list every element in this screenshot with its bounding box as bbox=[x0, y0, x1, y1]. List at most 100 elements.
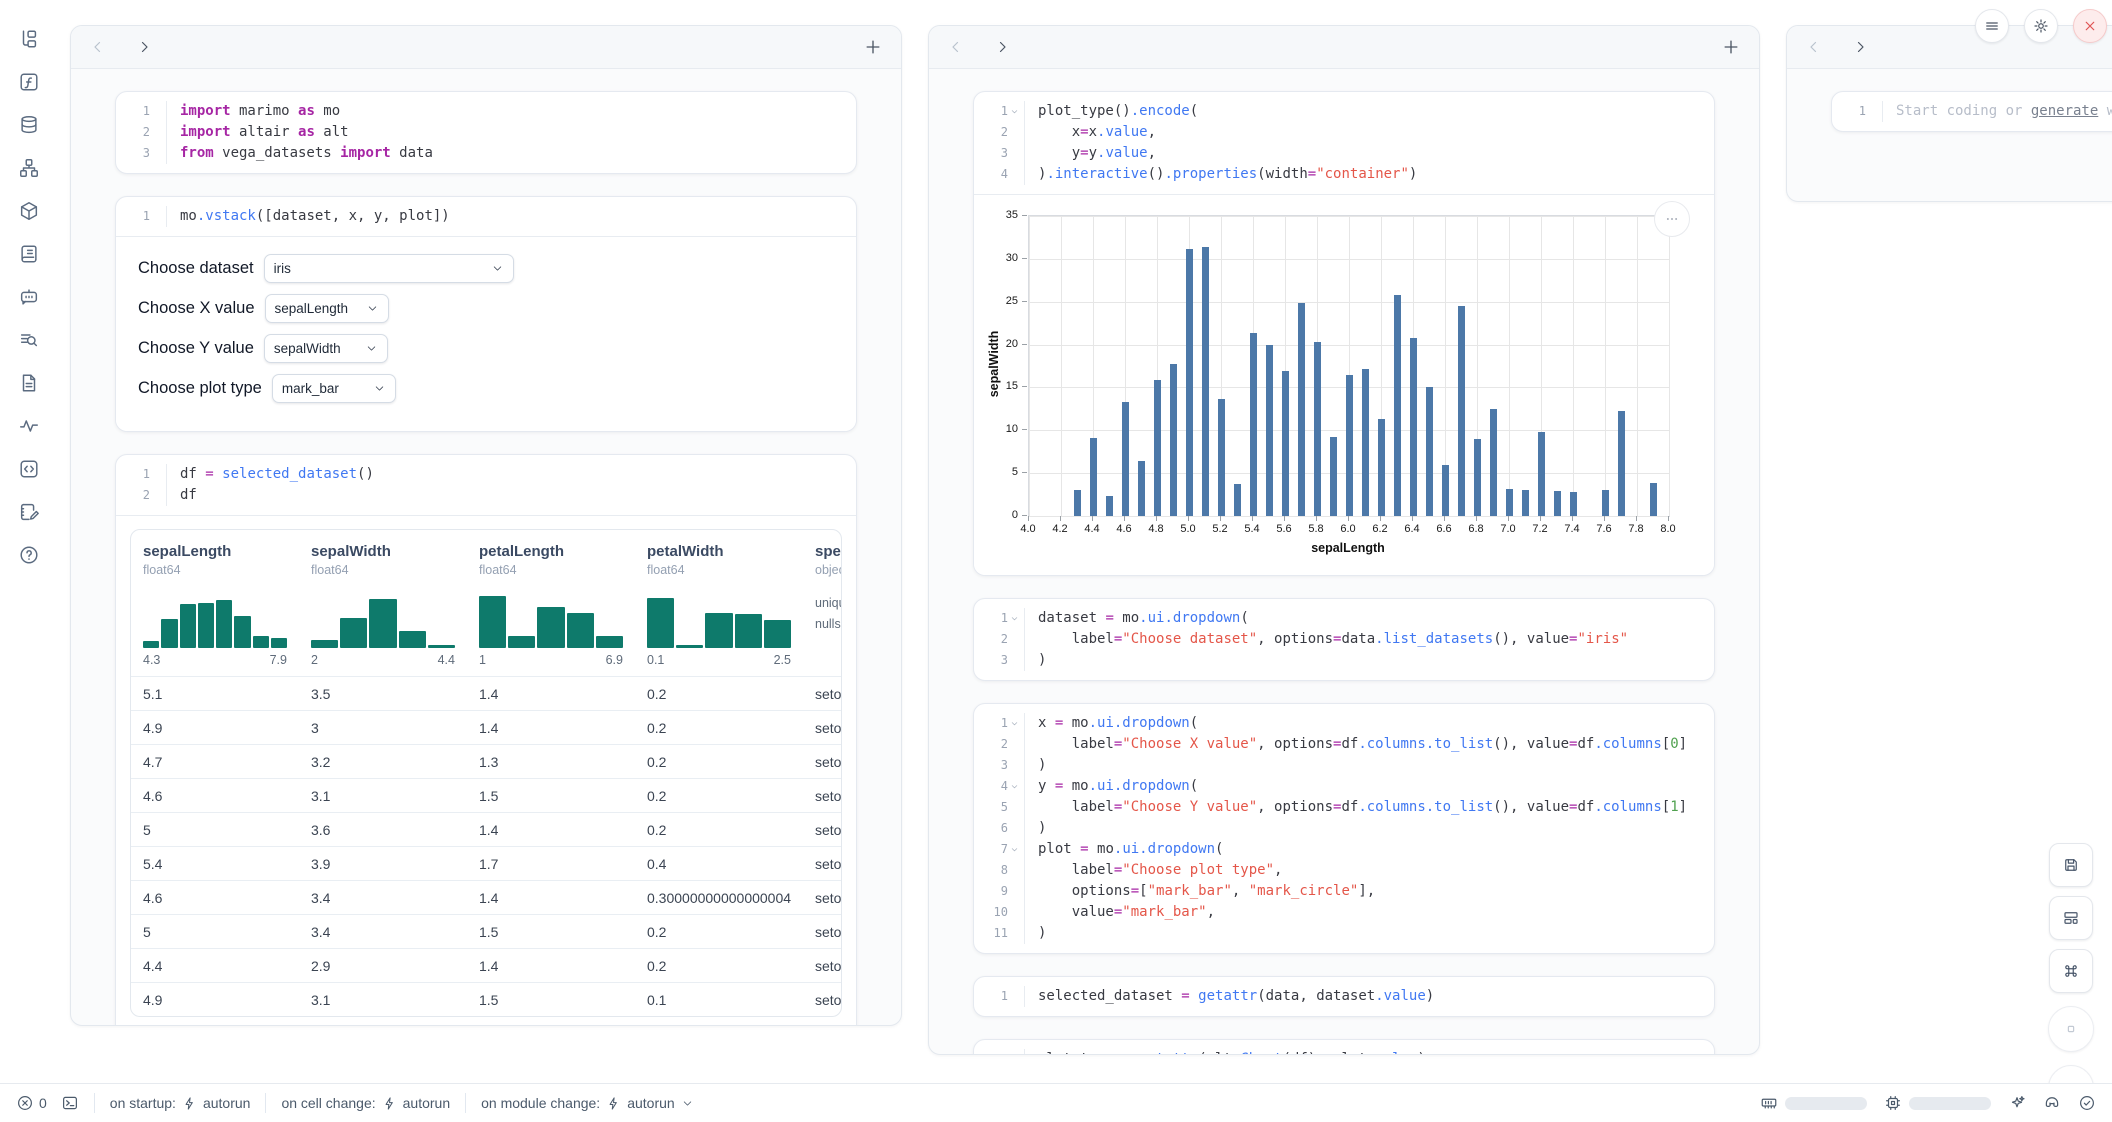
table-row[interactable]: 53.61.40.2setosa bbox=[131, 812, 842, 846]
code-editor[interactable]: 1plot_type().encode(2 x=x.value,3 y=y.va… bbox=[974, 92, 1714, 194]
table-row[interactable]: 4.63.11.50.2setosa bbox=[131, 778, 842, 812]
chart-actions-button[interactable] bbox=[1654, 201, 1690, 237]
chart-plot-area[interactable] bbox=[1028, 215, 1670, 517]
shutdown-button[interactable] bbox=[2073, 9, 2107, 43]
layout-button[interactable] bbox=[2049, 896, 2093, 940]
column-header-petalLength[interactable]: petalLengthfloat6416.9 bbox=[467, 530, 635, 676]
sidebar-packages-button[interactable] bbox=[14, 196, 44, 226]
table-row[interactable]: 5.13.51.40.2setosa bbox=[131, 676, 842, 710]
code-line[interactable]: 2import altair as alt bbox=[116, 122, 844, 143]
code-editor[interactable]: 1df = selected_dataset()2df bbox=[116, 455, 856, 515]
table-row[interactable]: 4.73.21.30.2setosa bbox=[131, 744, 842, 778]
code-line[interactable]: 8 label="Choose plot type", bbox=[974, 860, 1702, 881]
code-line[interactable]: 3from vega_datasets import data bbox=[116, 143, 844, 164]
code-line[interactable]: 6) bbox=[974, 818, 1702, 839]
code-editor[interactable]: 1mo.vstack([dataset, x, y, plot]) bbox=[116, 197, 856, 236]
generate-with-ai-link[interactable]: generate bbox=[2031, 103, 2098, 119]
sidebar-logs-button[interactable] bbox=[14, 325, 44, 355]
fold-chevron-icon[interactable] bbox=[1009, 106, 1020, 117]
stop-button[interactable] bbox=[2048, 1006, 2094, 1052]
code-line[interactable]: 3) bbox=[974, 755, 1702, 776]
sidebar-snippets-button[interactable] bbox=[14, 368, 44, 398]
code-line[interactable]: 2df bbox=[116, 485, 844, 506]
column-header-petalWidth[interactable]: petalWidthfloat640.12.5 bbox=[635, 530, 803, 676]
dropdown-choose-y-value[interactable]: sepalWidth bbox=[264, 334, 388, 363]
x-tick-label: 4.0 bbox=[1020, 523, 1035, 535]
table-row[interactable]: 4.93.11.50.1setosa bbox=[131, 982, 842, 1016]
code-line[interactable]: 4).interactive().properties(width="conta… bbox=[974, 164, 1702, 185]
sidebar-file-tree-button[interactable] bbox=[14, 24, 44, 54]
code-editor[interactable]: 1dataset = mo.ui.dropdown(2 label="Choos… bbox=[974, 599, 1714, 680]
ai-assist-button[interactable] bbox=[2008, 1094, 2026, 1112]
sidebar-tracing-button[interactable] bbox=[14, 411, 44, 441]
column-next-icon[interactable] bbox=[993, 38, 1011, 56]
code-line[interactable]: 1dataset = mo.ui.dropdown( bbox=[974, 608, 1702, 629]
table-row[interactable]: 4.63.41.40.30000000000000004setosa bbox=[131, 880, 842, 914]
code-line[interactable]: 2 label="Choose X value", options=df.col… bbox=[974, 734, 1702, 755]
code-line[interactable]: 3 y=y.value, bbox=[974, 143, 1702, 164]
dropdown-choose-dataset[interactable]: iris bbox=[264, 254, 514, 283]
column-prev-icon[interactable] bbox=[1805, 38, 1823, 56]
connection-status-button[interactable] bbox=[2078, 1094, 2096, 1112]
code-line[interactable]: 1plot_type = getattr(alt.Chart(df), plot… bbox=[974, 1049, 1702, 1055]
code-line[interactable]: 7plot = mo.ui.dropdown( bbox=[974, 839, 1702, 860]
sidebar-documentation-button[interactable] bbox=[14, 239, 44, 269]
add-cell-icon[interactable] bbox=[863, 37, 883, 57]
save-button[interactable] bbox=[2049, 843, 2093, 887]
code-line[interactable]: 4y = mo.ui.dropdown( bbox=[974, 776, 1702, 797]
column-next-icon[interactable] bbox=[135, 38, 153, 56]
sidebar-ai-chat-button[interactable] bbox=[14, 282, 44, 312]
sidebar-datasources-button[interactable] bbox=[14, 110, 44, 140]
menu-button[interactable] bbox=[1975, 9, 2009, 43]
code-editor[interactable]: 1selected_dataset = getattr(data, datase… bbox=[974, 977, 1714, 1016]
settings-button[interactable] bbox=[2024, 9, 2058, 43]
code-line[interactable]: 3) bbox=[974, 650, 1702, 671]
add-cell-icon[interactable] bbox=[1721, 37, 1741, 57]
errors-button[interactable]: 0 bbox=[16, 1094, 47, 1112]
autorun-setting[interactable]: on module change:autorun bbox=[481, 1095, 694, 1111]
column-next-icon[interactable] bbox=[1851, 38, 1869, 56]
column-header-sepalLength[interactable]: sepalLengthfloat644.37.9 bbox=[131, 530, 299, 676]
code-line[interactable]: 9 options=["mark_bar", "mark_circle"], bbox=[974, 881, 1702, 902]
terminal-button[interactable] bbox=[61, 1094, 79, 1112]
autorun-setting[interactable]: on cell change:autorun bbox=[281, 1095, 450, 1111]
fold-chevron-icon[interactable] bbox=[1009, 718, 1020, 729]
shortcuts-button[interactable] bbox=[2049, 949, 2093, 993]
code-line[interactable]: 2 x=x.value, bbox=[974, 122, 1702, 143]
code-editor[interactable]: 1import marimo as mo2import altair as al… bbox=[116, 92, 856, 173]
fold-chevron-icon[interactable] bbox=[1009, 613, 1020, 624]
copilot-button[interactable] bbox=[2043, 1094, 2061, 1112]
code-line[interactable]: 5 label="Choose Y value", options=df.col… bbox=[974, 797, 1702, 818]
sidebar-functions-button[interactable] bbox=[14, 67, 44, 97]
table-row[interactable]: 5.43.91.70.4setosa bbox=[131, 846, 842, 880]
code-line[interactable]: 2 label="Choose dataset", options=data.l… bbox=[974, 629, 1702, 650]
autorun-setting[interactable]: on startup:autorun bbox=[110, 1095, 251, 1111]
fold-chevron-icon[interactable] bbox=[1009, 844, 1020, 855]
column-header-sepalWidth[interactable]: sepalWidthfloat6424.4 bbox=[299, 530, 467, 676]
table-row[interactable]: 4.42.91.40.2setosa bbox=[131, 948, 842, 982]
code-editor[interactable]: 1 Start coding or generate with AI. bbox=[1832, 92, 2112, 131]
sidebar-scratchpad-button[interactable] bbox=[14, 497, 44, 527]
table-row[interactable]: 4.931.40.2setosa bbox=[131, 710, 842, 744]
code-line[interactable]: 1selected_dataset = getattr(data, datase… bbox=[974, 986, 1702, 1007]
sidebar-code-block-button[interactable] bbox=[14, 454, 44, 484]
column-header-species[interactable]: speciesobjectunique:nulls: bbox=[803, 530, 842, 676]
code-line[interactable]: 11) bbox=[974, 923, 1702, 944]
code-line[interactable]: 1mo.vstack([dataset, x, y, plot]) bbox=[116, 206, 844, 227]
dropdown-choose-x-value[interactable]: sepalLength bbox=[265, 294, 389, 323]
code-line[interactable]: 1df = selected_dataset() bbox=[116, 464, 844, 485]
column-prev-icon[interactable] bbox=[947, 38, 965, 56]
code-line[interactable]: 10 value="mark_bar", bbox=[974, 902, 1702, 923]
column-prev-icon[interactable] bbox=[89, 38, 107, 56]
table-row[interactable]: 53.41.50.2setosa bbox=[131, 914, 842, 948]
code-editor[interactable]: 1plot_type = getattr(alt.Chart(df), plot… bbox=[974, 1040, 1714, 1055]
dropdown-choose-plot-type[interactable]: mark_bar bbox=[272, 374, 396, 403]
sidebar-dependencies-button[interactable] bbox=[14, 153, 44, 183]
code-line[interactable]: 1x = mo.ui.dropdown( bbox=[974, 713, 1702, 734]
sidebar-help-button[interactable] bbox=[14, 540, 44, 570]
code-line[interactable]: 1plot_type().encode( bbox=[974, 101, 1702, 122]
code-editor[interactable]: 1x = mo.ui.dropdown(2 label="Choose X va… bbox=[974, 704, 1714, 953]
code-line[interactable]: 1import marimo as mo bbox=[116, 101, 844, 122]
fold-chevron-icon[interactable] bbox=[1009, 781, 1020, 792]
code-line[interactable]: 1 Start coding or generate with AI. bbox=[1832, 101, 2112, 122]
